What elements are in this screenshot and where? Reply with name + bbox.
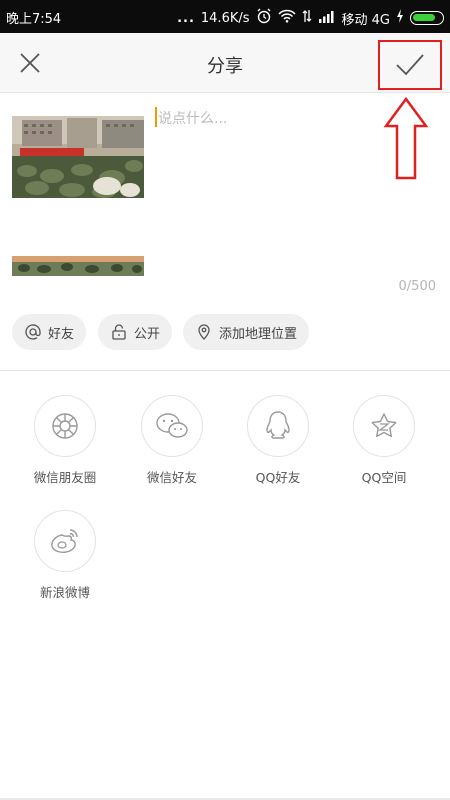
share-header: 分享 [0, 33, 450, 93]
section-divider [0, 370, 450, 371]
status-time: 晚上7:54 [6, 12, 62, 27]
caption-input[interactable]: 说点什么... [158, 108, 227, 128]
target-label: QQ空间 [361, 470, 407, 485]
target-label: QQ好友 [255, 470, 301, 485]
target-label: 微信好友 [146, 470, 197, 485]
qq-icon [247, 395, 309, 457]
image-preview [12, 116, 144, 198]
audience-friends-chip[interactable]: 好友 [12, 314, 87, 350]
attached-image-thumbnail-2[interactable] [12, 256, 144, 294]
confirm-button[interactable] [378, 40, 442, 90]
chip-label-public: 公开 [134, 326, 161, 342]
chip-label-friends: 好友 [48, 326, 75, 342]
share-qzone[interactable]: QQ空间 [339, 395, 429, 486]
wechat-moments-icon [34, 395, 96, 457]
status-icons: ... 14.6K/s 移动 4G [177, 8, 444, 28]
location-pin-icon [198, 324, 210, 340]
at-icon [25, 324, 41, 340]
target-label: 新浪微博 [39, 585, 90, 600]
share-qq-friends[interactable]: QQ好友 [233, 395, 323, 486]
charging-icon [396, 9, 404, 27]
share-wechat-friends[interactable]: 微信好友 [127, 395, 217, 486]
carrier-label: 移动 4G [341, 12, 390, 28]
alarm-icon [256, 8, 272, 28]
data-arrows-icon [302, 9, 312, 27]
chip-label-location: 添加地理位置 [219, 326, 298, 342]
status-dots: ... [177, 10, 195, 26]
status-bar: 晚上7:54 ... 14.6K/s 移动 4G [0, 0, 450, 33]
wifi-icon [277, 9, 296, 27]
add-location-chip[interactable]: 添加地理位置 [183, 314, 310, 350]
share-sina-weibo[interactable]: 新浪微博 [20, 510, 110, 601]
wechat-icon [141, 395, 203, 457]
image-preview-2 [12, 256, 144, 294]
battery-icon [410, 11, 444, 25]
lock-icon [112, 324, 126, 340]
checkmark-icon [396, 54, 424, 76]
annotation-arrow [383, 96, 429, 180]
signal-icon [318, 9, 336, 27]
privacy-public-chip[interactable]: 公开 [98, 314, 173, 350]
target-label: 微信朋友圈 [33, 470, 97, 485]
qzone-icon [353, 395, 415, 457]
text-cursor [155, 107, 157, 127]
attached-image-thumbnail[interactable] [12, 116, 144, 198]
network-speed: 14.6K/s [200, 10, 250, 26]
weibo-icon [34, 510, 96, 572]
share-wechat-moments[interactable]: 微信朋友圈 [20, 395, 110, 486]
character-counter: 0/500 [398, 279, 436, 294]
